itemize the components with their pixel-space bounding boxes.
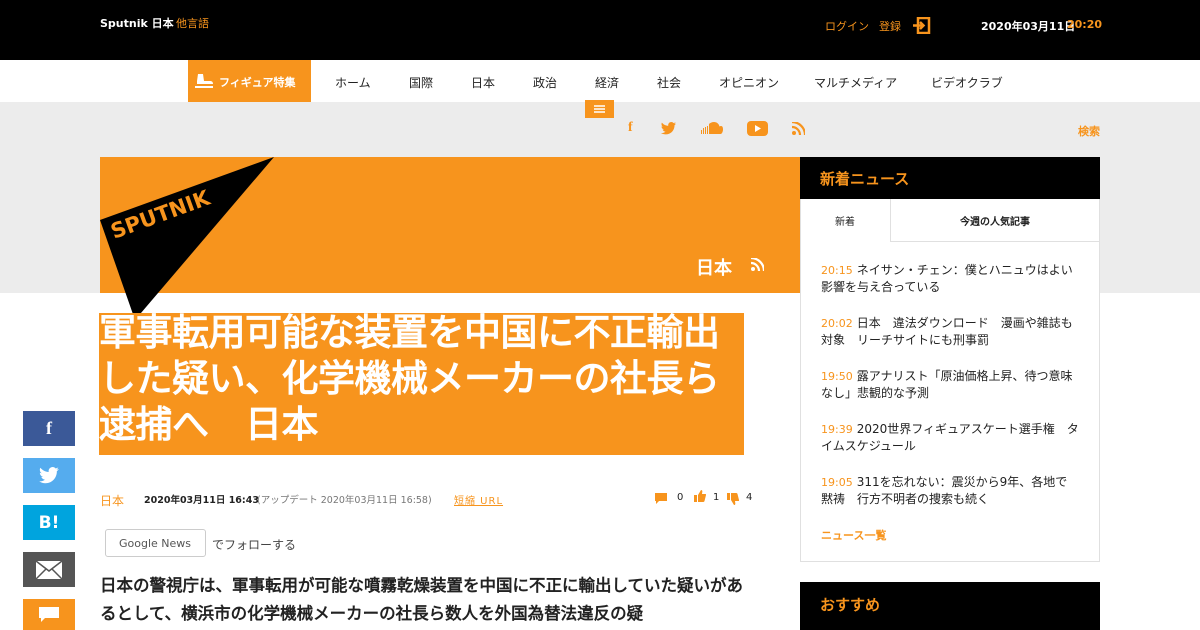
current-date: 2020年03月11日	[981, 20, 1076, 33]
tab-latest[interactable]: 新着	[801, 199, 891, 242]
dislike-count: 4	[746, 492, 753, 503]
other-language-link[interactable]: 他言語	[176, 15, 209, 31]
latest-news-title: 新着ニュース	[820, 170, 910, 188]
comment-count: 0	[677, 492, 684, 503]
hatena-icon: B!	[38, 512, 60, 533]
news-item[interactable]: 20:02 日本 違法ダウンロード 漫画や雑誌も対象 リーチサイトにも刑事罰	[821, 315, 1079, 349]
news-item[interactable]: 20:15 ネイサン・チェン：僕とハニュウはよい影響を与え合っている	[821, 262, 1079, 296]
current-time: 20:20	[1067, 18, 1103, 31]
news-time: 19:50	[821, 370, 853, 383]
top-bar: Sputnik 日本 他言語 ログイン 登録 2020年03月11日 20:20	[0, 0, 1200, 60]
brand-link[interactable]: Sputnik 日本	[100, 15, 174, 31]
short-url-link[interactable]: 短縮 URL	[454, 492, 503, 507]
dislike-icon[interactable]	[727, 493, 739, 505]
news-item[interactable]: 19:50 露アナリスト「原油価格上昇、待つ意味なし」悲観的な予測	[821, 368, 1079, 402]
nav-special-label: フィギュア特集	[219, 76, 296, 89]
rss-icon[interactable]	[792, 122, 805, 135]
like-count: 1	[713, 492, 720, 503]
share-facebook-button[interactable]: f	[23, 411, 75, 446]
share-hatena-button[interactable]: B!	[23, 505, 75, 540]
all-news-link[interactable]: ニュース一覧	[821, 527, 886, 543]
news-title: 311を忘れない：震災から9年、各地で黙祷 行方不明者の捜索も続く	[821, 475, 1068, 506]
nav-special-figure[interactable]: フィギュア特集	[188, 60, 311, 102]
share-email-button[interactable]	[23, 552, 75, 587]
email-icon	[36, 560, 62, 579]
google-news-label: Google News	[119, 537, 192, 550]
news-title: 日本 違法ダウンロード 漫画や雑誌も対象 リーチサイトにも刑事罰	[821, 316, 1073, 347]
news-time: 19:05	[821, 476, 853, 489]
news-time: 19:39	[821, 423, 853, 436]
facebook-icon[interactable]: f	[628, 120, 633, 136]
facebook-share-icon: f	[46, 418, 52, 438]
news-item[interactable]: 19:39 2020世界フィギュアスケート選手権 タイムスケジュール	[821, 421, 1079, 455]
article-category[interactable]: 日本	[100, 492, 124, 509]
news-title: 露アナリスト「原油価格上昇、待つ意味なし」悲観的な予測	[821, 369, 1073, 400]
article-updated: (アップデート 2020年03月11日 16:58)	[257, 495, 432, 506]
article-published: 2020年03月11日 16:43	[144, 495, 259, 506]
twitter-share-icon	[39, 467, 59, 484]
news-item[interactable]: 19:05 311を忘れない：震災から9年、各地で黙祷 行方不明者の捜索も続く	[821, 474, 1079, 508]
login-link[interactable]: ログイン	[825, 18, 869, 34]
nav-videoclub[interactable]: ビデオクラブ	[931, 74, 1003, 91]
section-title: 日本	[696, 258, 732, 279]
sputnik-logo[interactable]: SPUTNIK	[100, 157, 276, 323]
news-title: ネイサン・チェン：僕とハニュウはよい影響を与え合っている	[821, 263, 1073, 294]
article-title: 軍事転用可能な装置を中国に不正輸出した疑い、化学機械メーカーの社長ら逮捕へ 日本	[99, 311, 720, 446]
nav-economy[interactable]: 経済	[595, 74, 619, 91]
comment-icon[interactable]	[655, 493, 667, 504]
menu-toggle-button[interactable]	[585, 100, 614, 118]
nav-multimedia[interactable]: マルチメディア	[814, 74, 897, 91]
nav-home[interactable]: ホーム	[335, 74, 371, 91]
share-comment-button[interactable]	[23, 599, 75, 630]
recommend-header: おすすめ	[800, 582, 1100, 630]
nav-opinion[interactable]: オピニオン	[719, 74, 779, 91]
news-time: 20:15	[821, 264, 853, 277]
latest-news-header: 新着ニュース	[800, 157, 1100, 199]
like-icon[interactable]	[694, 490, 706, 502]
nav-politics[interactable]: 政治	[533, 74, 557, 91]
news-time: 20:02	[821, 317, 853, 330]
nav-japan[interactable]: 日本	[471, 74, 495, 91]
nav-society[interactable]: 社会	[657, 74, 681, 91]
news-title: 2020世界フィギュアスケート選手権 タイムスケジュール	[821, 422, 1079, 453]
login-icon[interactable]	[912, 16, 931, 35]
recommend-title: おすすめ	[820, 596, 881, 614]
nav-world[interactable]: 国際	[409, 74, 433, 91]
share-twitter-button[interactable]	[23, 458, 75, 493]
search-link[interactable]: 検索	[1078, 123, 1100, 139]
twitter-icon[interactable]	[661, 122, 676, 135]
comment-share-icon	[39, 606, 59, 622]
skate-icon	[195, 74, 213, 88]
tab-latest-label: 新着	[835, 217, 855, 228]
follow-text: でフォローする	[212, 538, 297, 552]
hamburger-icon	[594, 105, 605, 113]
article-lead: 日本の警視庁は、軍事転用が可能な噴霧乾燥装置を中国に不正に輸出していた疑いがある…	[100, 576, 744, 623]
tab-popular[interactable]: 今週の人気記事	[891, 199, 1099, 242]
register-link[interactable]: 登録	[879, 18, 901, 34]
soundcloud-icon[interactable]	[701, 122, 723, 134]
tab-popular-label: 今週の人気記事	[960, 217, 1030, 228]
google-news-button[interactable]: Google News	[105, 529, 206, 557]
section-rss-icon[interactable]	[751, 258, 764, 271]
youtube-icon[interactable]	[747, 121, 768, 136]
